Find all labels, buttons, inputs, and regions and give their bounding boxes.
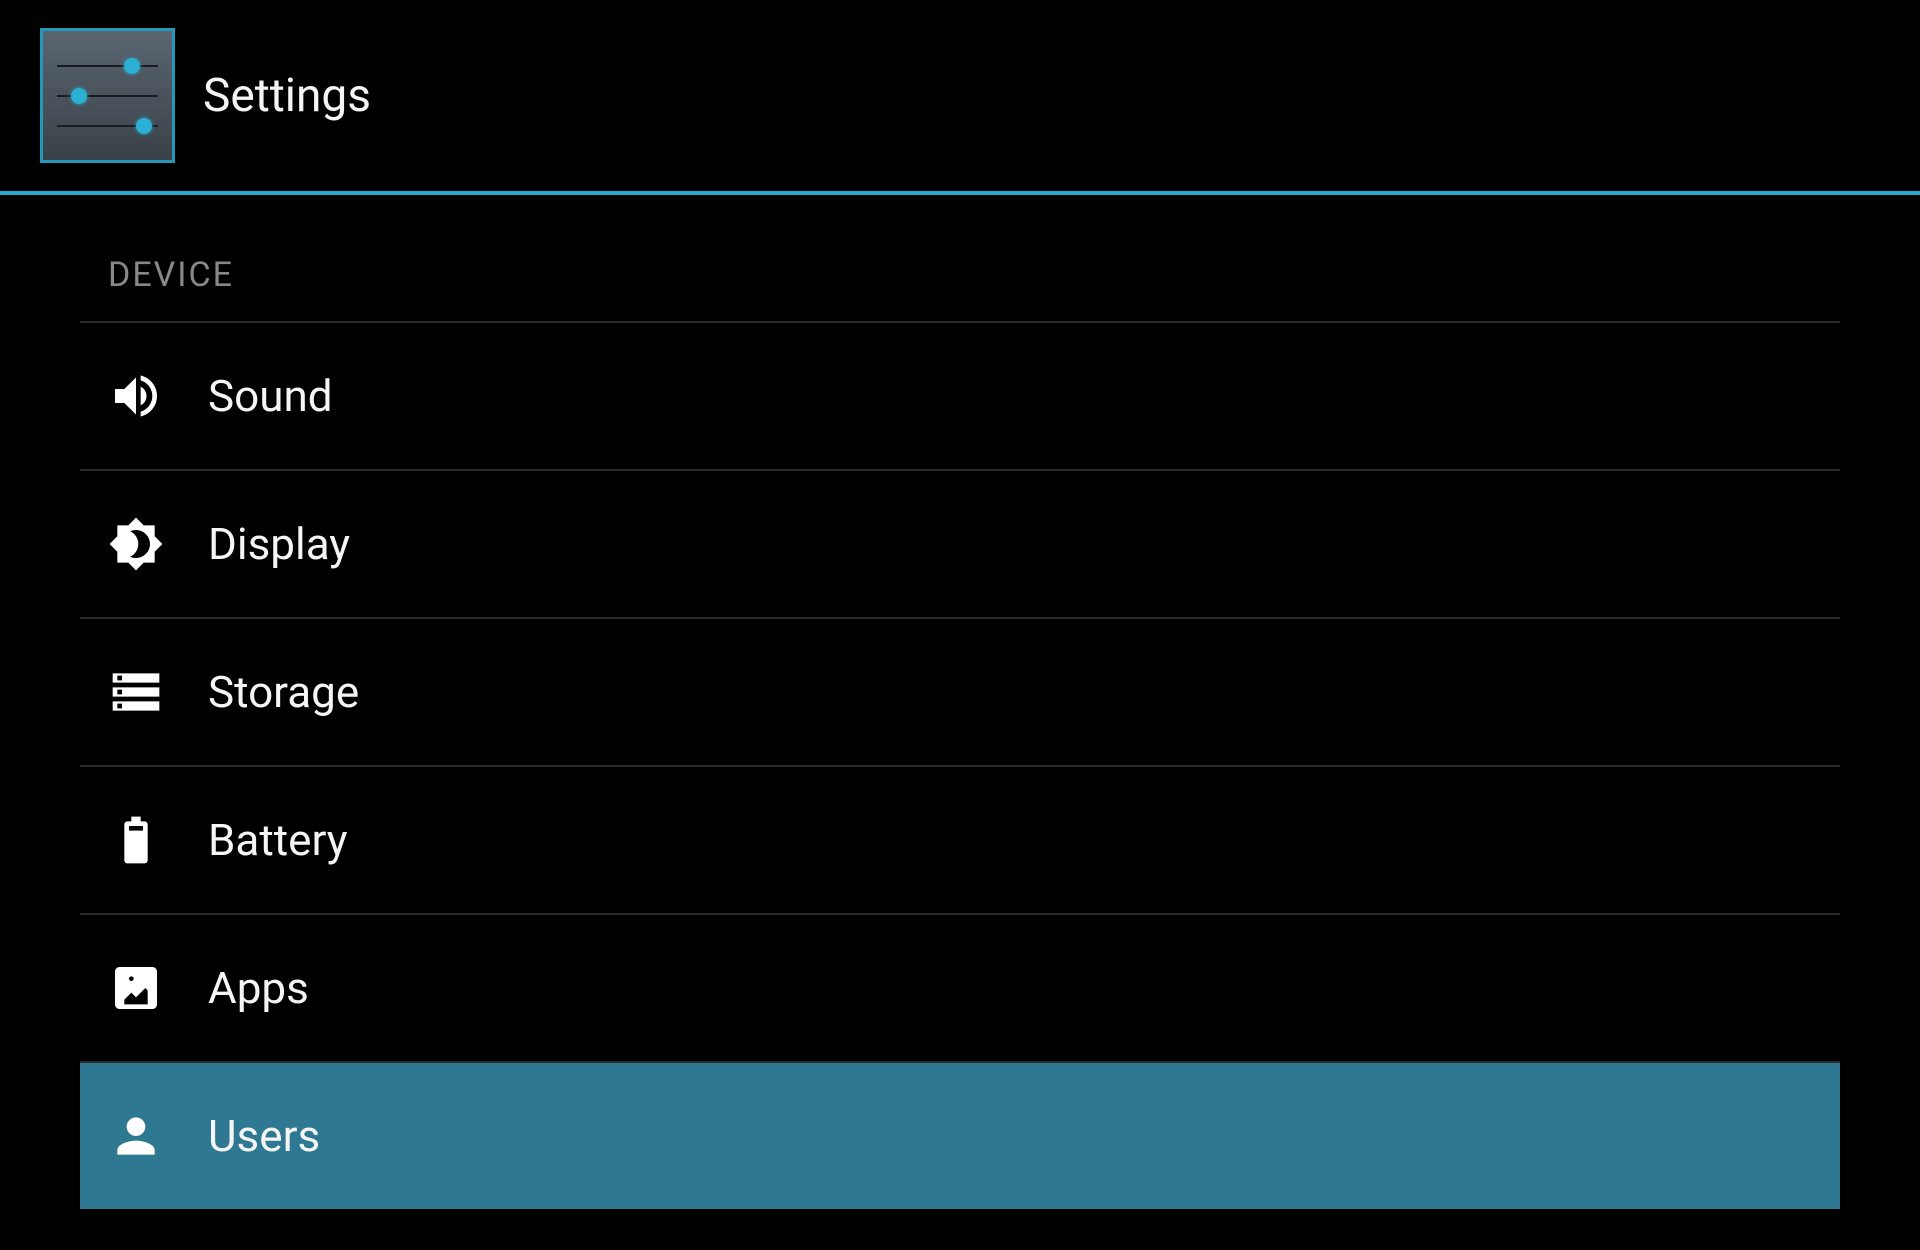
content: DEVICE Sound Display (0, 195, 1920, 1209)
settings-item-battery[interactable]: Battery (80, 767, 1840, 915)
settings-icon (40, 28, 175, 163)
item-label: Users (208, 1110, 320, 1162)
settings-item-storage[interactable]: Storage (80, 619, 1840, 767)
sound-icon (108, 368, 164, 424)
header: Settings (0, 0, 1920, 195)
section-header-device: DEVICE (80, 195, 1840, 323)
page-title: Settings (203, 69, 371, 123)
settings-item-display[interactable]: Display (80, 471, 1840, 619)
storage-icon (108, 664, 164, 720)
item-label: Display (208, 518, 350, 570)
battery-icon (108, 812, 164, 868)
display-icon (108, 516, 164, 572)
settings-item-users[interactable]: Users (80, 1063, 1840, 1209)
settings-list: Sound Display Storage (80, 323, 1840, 1209)
users-icon (108, 1108, 164, 1164)
item-label: Sound (208, 370, 333, 422)
item-label: Storage (208, 666, 359, 718)
item-label: Apps (208, 962, 309, 1014)
item-label: Battery (208, 814, 348, 866)
settings-item-apps[interactable]: Apps (80, 915, 1840, 1063)
settings-item-sound[interactable]: Sound (80, 323, 1840, 471)
apps-icon (108, 960, 164, 1016)
